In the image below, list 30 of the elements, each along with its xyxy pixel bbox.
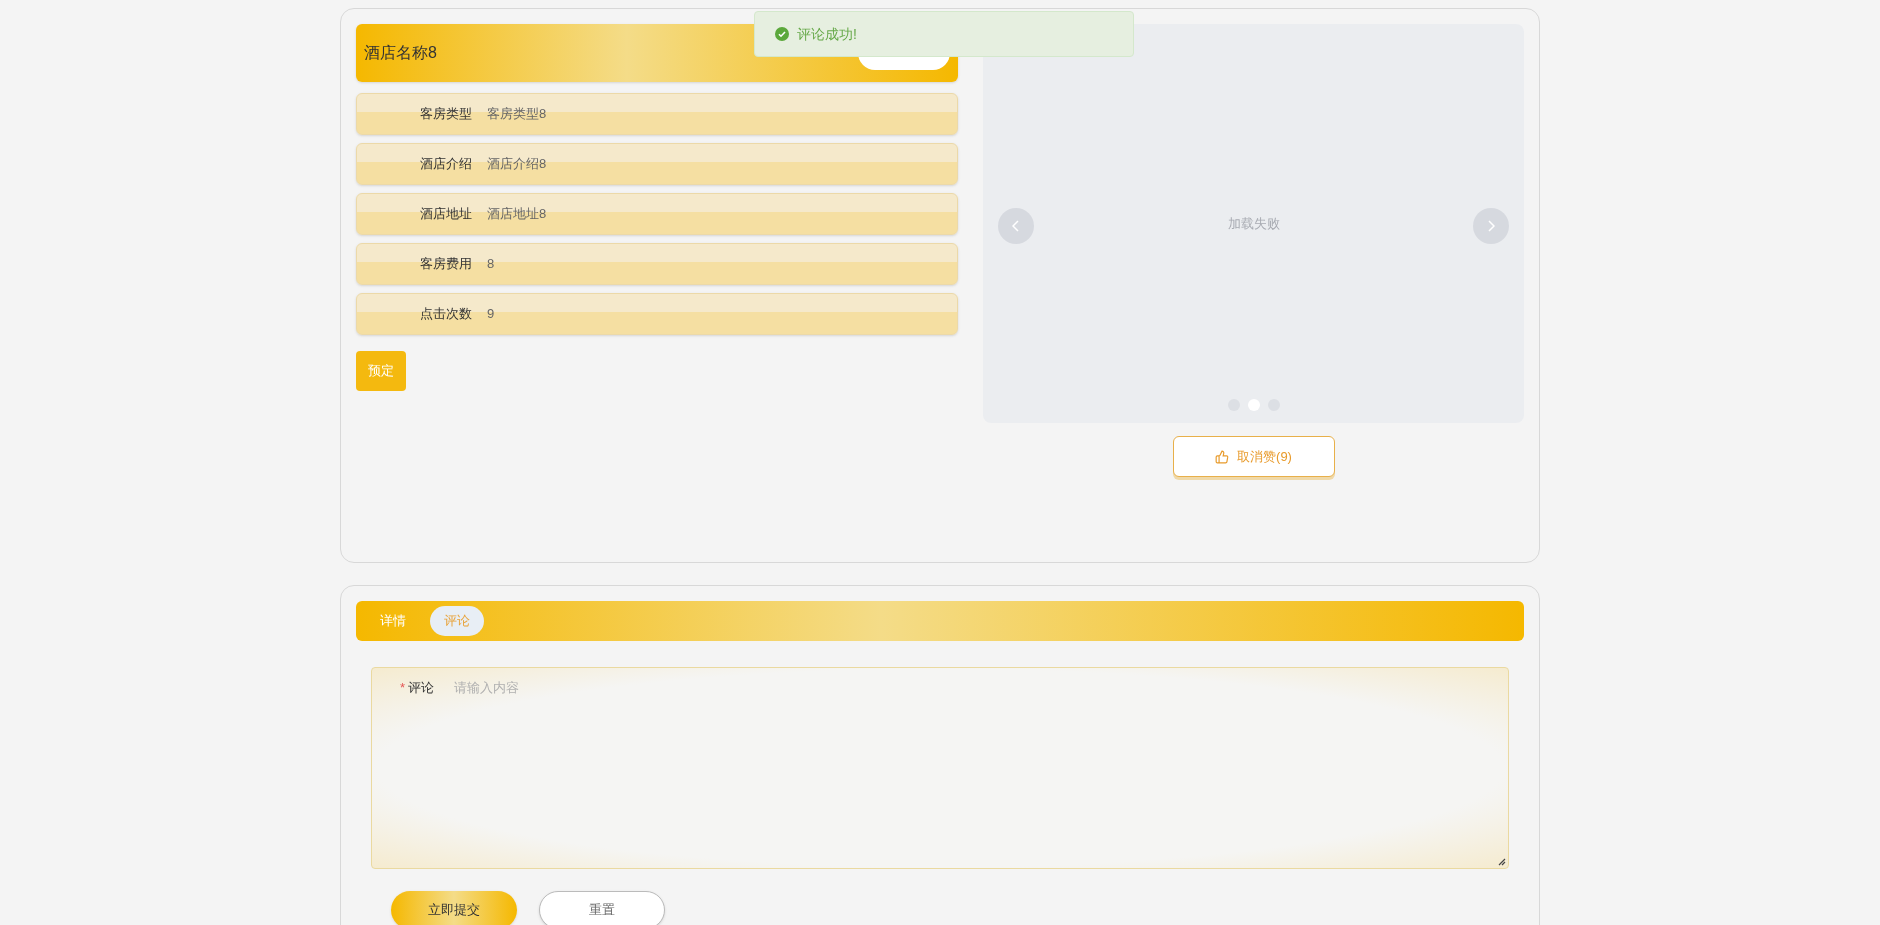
info-value: 客房类型8 [487, 105, 547, 124]
reset-button[interactable]: 重置 [539, 891, 665, 925]
info-label: 点击次数 [419, 305, 472, 324]
info-value: 8 [487, 255, 495, 274]
info-label: 酒店地址 [419, 205, 472, 224]
resize-handle-icon [1497, 857, 1506, 866]
tab[interactable]: 评论 [430, 606, 484, 636]
info-label: 客房费用 [419, 255, 472, 274]
book-button[interactable]: 预定 [356, 351, 406, 391]
comment-field[interactable]: * 评论 请输入内容 [371, 667, 1509, 869]
hotel-name: 酒店名称8 [364, 43, 437, 63]
load-error-text: 加载失败 [1227, 214, 1280, 233]
success-check-icon [775, 27, 789, 41]
info-label: 客房类型 [419, 105, 472, 124]
next-button[interactable] [1473, 208, 1509, 244]
chevron-left-icon [1012, 220, 1020, 232]
info-value: 酒店介绍8 [487, 155, 547, 174]
submit-button[interactable]: 立即提交 [391, 891, 517, 925]
tab[interactable]: 详情 [366, 606, 420, 636]
like-button[interactable]: 取消赞(9) [1172, 436, 1335, 477]
previous-button[interactable] [998, 208, 1034, 244]
info-value: 9 [487, 305, 495, 324]
chevron-right-icon [1487, 220, 1495, 232]
info-label: 酒店介绍 [419, 155, 472, 174]
comment-input[interactable]: 请输入内容 [454, 678, 1508, 858]
field-label: 评论 [408, 679, 435, 697]
thumbs-up-icon [1215, 449, 1230, 464]
info-value: 酒店地址8 [487, 205, 547, 224]
required-mark: * [400, 679, 406, 697]
toast-message: 评论成功! [797, 24, 857, 44]
